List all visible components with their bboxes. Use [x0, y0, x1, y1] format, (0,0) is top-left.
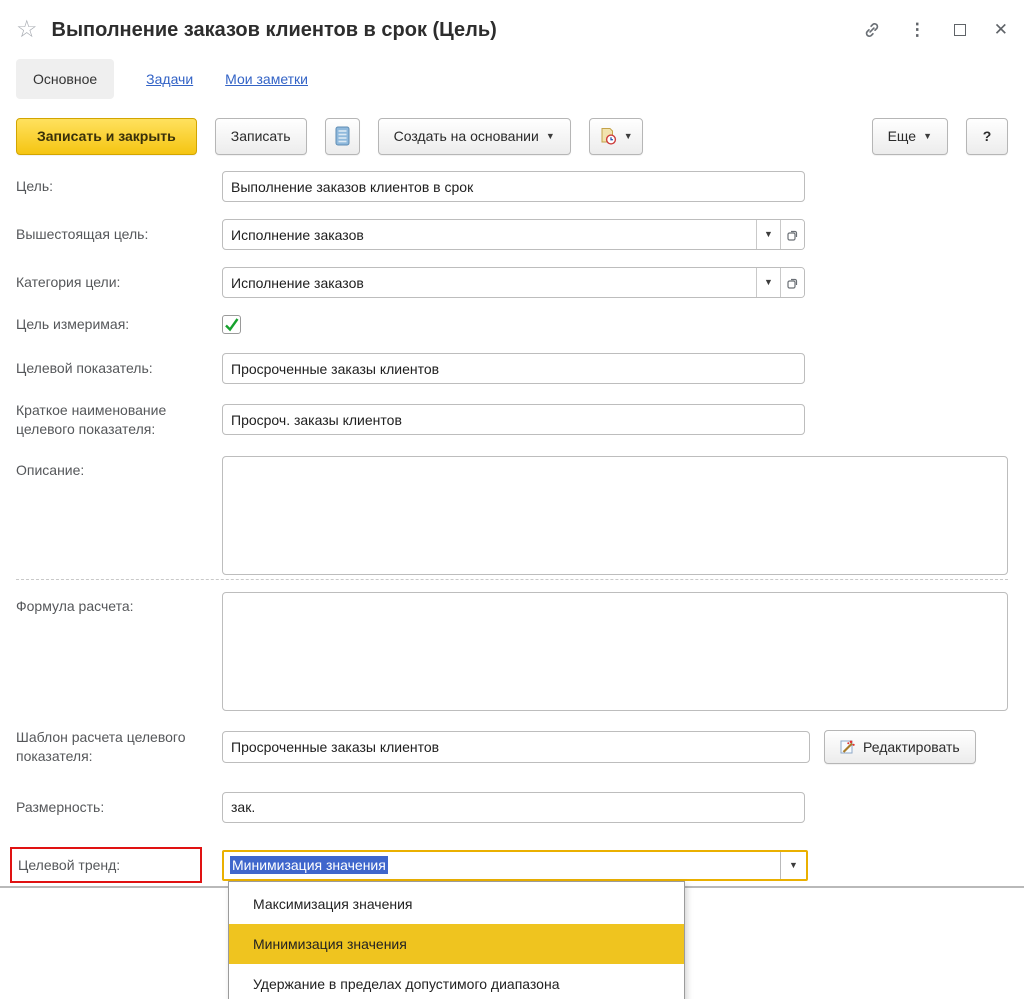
trend-dropdown-list: Максимизация значения Минимизация значен… — [228, 880, 685, 999]
checkmark-icon — [223, 316, 240, 333]
window-header: ☆ Выполнение заказов клиентов в срок (Це… — [0, 0, 1024, 46]
chevron-down-icon: ▼ — [923, 130, 932, 141]
goal-label: Цель: — [16, 178, 54, 195]
chevron-down-icon: ▼ — [545, 130, 555, 141]
chevron-down-icon: ▼ — [623, 130, 633, 141]
create-based-on-label: Создать на основании — [393, 128, 539, 144]
kebab-menu-icon[interactable]: ⋮ — [909, 20, 926, 40]
toolbar: Записать и закрыть Записать Создать на о… — [0, 116, 1024, 156]
category-input[interactable]: Исполнение заказов — [223, 268, 756, 297]
tab-main[interactable]: Основное — [16, 59, 115, 99]
short-name-label: Краткое наименование целевого показателя… — [16, 402, 167, 437]
edit-template-label: Редактировать — [863, 738, 960, 755]
trend-combobox[interactable]: Минимизация значения ▼ — [222, 849, 808, 881]
chevron-down-icon: ▼ — [789, 859, 798, 870]
category-label: Категория цели: — [16, 274, 121, 291]
trend-label: Целевой тренд: — [18, 856, 121, 873]
field-row-goal: Цель: Выполнение заказов клиентов в срок — [16, 171, 1008, 202]
trend-label-wrap: Целевой тренд: — [10, 846, 222, 884]
field-row-description: Описание: — [16, 455, 1008, 575]
report-structure-button[interactable] — [324, 117, 360, 155]
open-icon — [786, 276, 800, 290]
field-row-indicator: Целевой показатель: Просроченные заказы … — [16, 353, 1008, 384]
field-row-dimension: Размерность: зак. — [16, 791, 1008, 823]
save-and-close-button[interactable]: Записать и закрыть — [16, 117, 197, 155]
more-button[interactable]: Еще ▼ — [871, 117, 948, 155]
reminder-button[interactable]: ▼ — [588, 117, 643, 155]
help-button[interactable]: ? — [966, 117, 1008, 155]
window-controls: ⋮ ✕ — [863, 20, 1008, 40]
more-label: Еще — [887, 128, 917, 144]
indicator-label: Целевой показатель: — [16, 360, 153, 377]
dimension-input[interactable]: зак. — [222, 791, 805, 823]
trend-combo-wrap: Минимизация значения ▼ Максимизация знач… — [222, 849, 808, 999]
field-row-formula: Формула расчета: — [16, 591, 1008, 711]
trend-selected-value[interactable]: Минимизация значения — [224, 852, 780, 879]
description-textarea[interactable] — [222, 455, 1008, 575]
save-button[interactable]: Записать — [214, 117, 307, 155]
create-based-on-button[interactable]: Создать на основании ▼ — [377, 117, 571, 155]
trend-dropdown-button[interactable]: ▼ — [780, 851, 806, 879]
tab-notes[interactable]: Мои заметки — [225, 71, 308, 87]
tab-tasks[interactable]: Задачи — [146, 71, 193, 87]
category-open-button[interactable] — [780, 268, 804, 297]
indicator-input[interactable]: Просроченные заказы клиентов — [222, 353, 805, 384]
field-row-parent-goal: Вышестоящая цель: Исполнение заказов ▼ — [16, 219, 1008, 250]
field-row-template: Шаблон расчета целевого показателя: Прос… — [16, 728, 1008, 766]
close-icon[interactable]: ✕ — [994, 20, 1008, 40]
section-divider — [16, 578, 1008, 580]
parent-goal-field: Исполнение заказов ▼ — [222, 219, 805, 250]
template-label: Шаблон расчета целевого показателя: — [16, 728, 186, 764]
description-label: Описание: — [16, 461, 85, 478]
formula-label: Формула расчета: — [16, 597, 134, 614]
goal-form-window: ☆ Выполнение заказов клиентов в срок (Це… — [0, 0, 1024, 999]
measurable-label: Цель измеримая: — [16, 316, 130, 333]
document-clock-icon — [599, 127, 617, 145]
chevron-down-icon: ▼ — [764, 277, 773, 287]
trend-option-maximize[interactable]: Максимизация значения — [229, 884, 684, 924]
parent-goal-open-button[interactable] — [780, 220, 804, 249]
report-icon — [335, 126, 350, 146]
link-icon[interactable] — [863, 21, 881, 39]
trend-option-keep-range[interactable]: Удержание в пределах допустимого диапазо… — [229, 964, 684, 999]
edit-template-button[interactable]: Редактировать — [824, 729, 976, 764]
short-name-input[interactable]: Просроч. заказы клиентов — [222, 404, 805, 436]
chevron-down-icon: ▼ — [764, 229, 773, 239]
maximize-icon[interactable] — [953, 24, 966, 36]
dimension-label: Размерность: — [16, 798, 105, 815]
measurable-checkbox[interactable] — [222, 315, 241, 334]
formula-textarea[interactable] — [222, 591, 1008, 711]
category-dropdown-button[interactable]: ▼ — [756, 268, 780, 297]
tab-bar: Основное Задачи Мои заметки — [0, 58, 1024, 100]
category-field: Исполнение заказов ▼ — [222, 267, 805, 298]
parent-goal-input[interactable]: Исполнение заказов — [223, 220, 756, 249]
field-row-short-name: Краткое наименование целевого показателя… — [16, 401, 1008, 439]
page-title: Выполнение заказов клиентов в срок (Цель… — [51, 18, 497, 41]
trend-option-minimize[interactable]: Минимизация значения — [229, 923, 684, 964]
field-row-measurable: Цель измеримая: — [16, 315, 1008, 334]
open-icon — [786, 228, 800, 242]
trend-label-highlight-box: Целевой тренд: — [10, 846, 202, 884]
field-row-category: Категория цели: Исполнение заказов ▼ — [16, 267, 1008, 298]
field-row-trend: Целевой тренд: Минимизация значения ▼ Ма… — [10, 846, 1008, 999]
parent-goal-label: Вышестоящая цель: — [16, 226, 149, 243]
magic-wand-edit-icon — [840, 739, 856, 755]
template-input[interactable]: Просроченные заказы клиентов — [222, 730, 810, 763]
parent-goal-dropdown-button[interactable]: ▼ — [756, 220, 780, 249]
goal-input[interactable]: Выполнение заказов клиентов в срок — [222, 171, 805, 202]
goal-form: Цель: Выполнение заказов клиентов в срок… — [0, 171, 1024, 999]
favorite-star-icon[interactable]: ☆ — [16, 18, 38, 42]
